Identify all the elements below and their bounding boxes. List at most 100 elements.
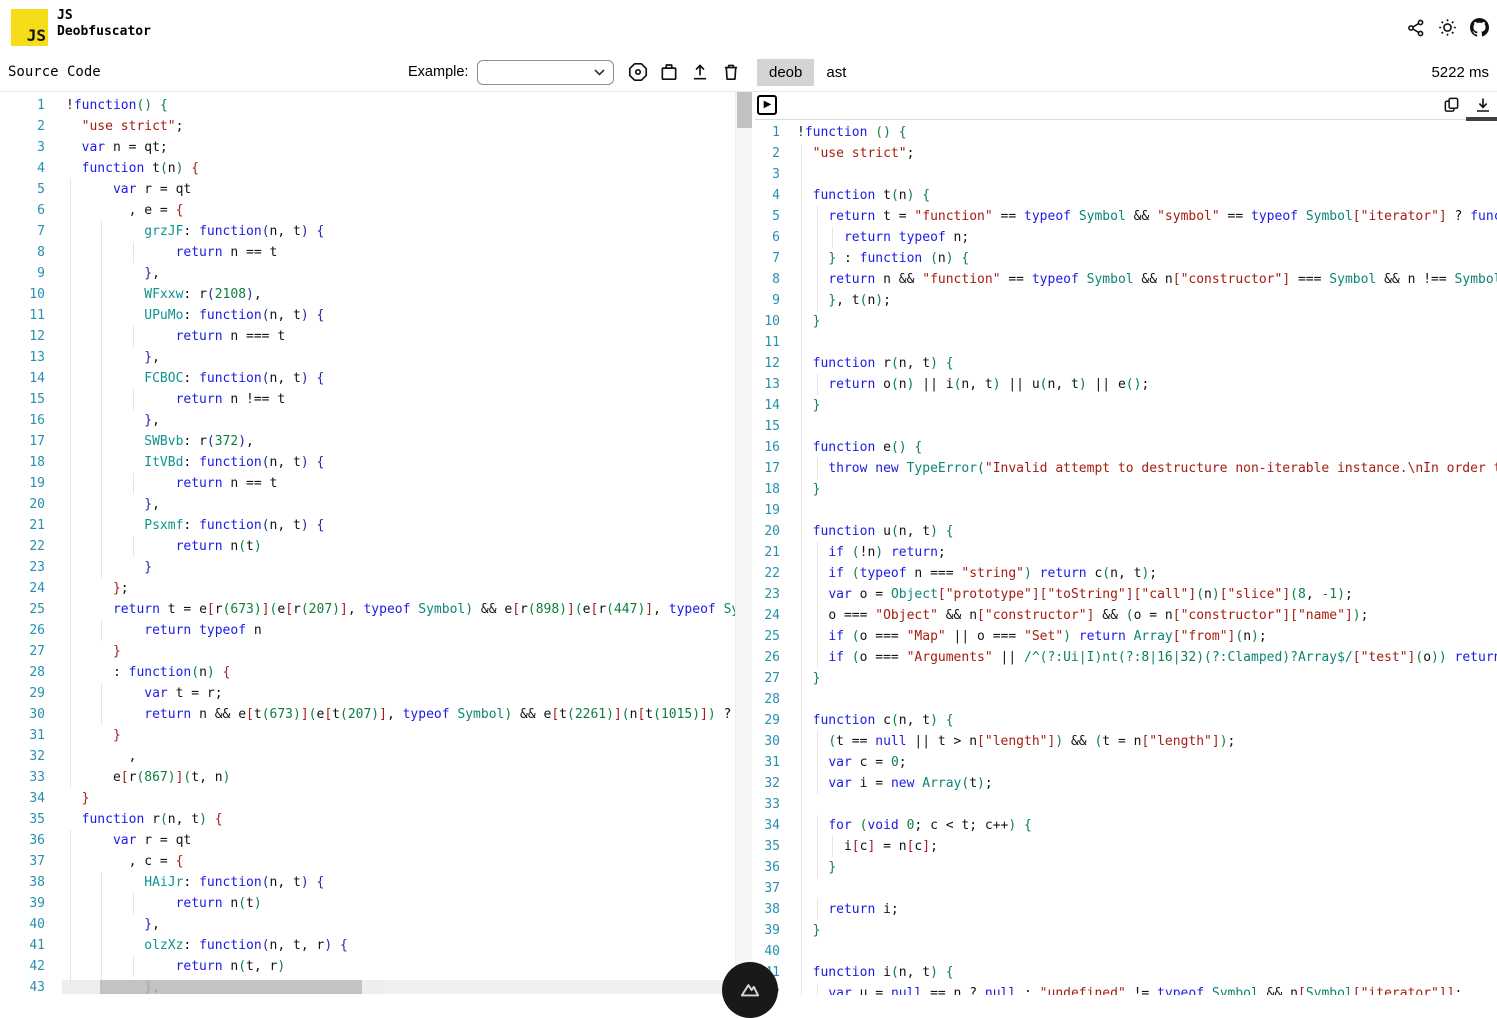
code-line[interactable]: function u(n, t) { bbox=[797, 521, 1497, 542]
code-line[interactable]: var o = Object["prototype"]["toString"][… bbox=[797, 584, 1497, 605]
code-line[interactable]: return n === t bbox=[66, 326, 735, 347]
paste-icon[interactable] bbox=[658, 61, 680, 83]
output-hscroll-thumb[interactable] bbox=[1466, 117, 1497, 121]
code-line[interactable] bbox=[797, 500, 1497, 521]
code-line[interactable]: i[c] = n[c]; bbox=[797, 836, 1497, 857]
output-editor[interactable]: 1234567891011121314151617181920212223242… bbox=[755, 122, 1497, 995]
code-line[interactable]: , c = { bbox=[66, 851, 735, 872]
code-line[interactable]: return n(t, r) bbox=[66, 956, 735, 977]
code-line[interactable]: }, bbox=[66, 263, 735, 284]
code-line[interactable]: function i(n, t) { bbox=[797, 962, 1497, 983]
example-select[interactable] bbox=[477, 60, 614, 85]
theme-toggle-icon[interactable] bbox=[1438, 18, 1457, 37]
output-code-area[interactable]: !function () { "use strict"; function t(… bbox=[797, 122, 1497, 995]
code-line[interactable] bbox=[797, 416, 1497, 437]
code-line[interactable]: return n == t bbox=[66, 473, 735, 494]
code-line[interactable]: }, bbox=[66, 494, 735, 515]
code-line[interactable]: FCBOC: function(n, t) { bbox=[66, 368, 735, 389]
code-line[interactable]: return n && "function" == typeof Symbol … bbox=[797, 269, 1497, 290]
source-hscroll-thumb[interactable] bbox=[100, 980, 362, 994]
source-hscrollbar[interactable] bbox=[62, 980, 735, 994]
code-line[interactable]: ItVBd: function(n, t) { bbox=[66, 452, 735, 473]
code-line[interactable]: function r(n, t) { bbox=[66, 809, 735, 830]
code-line[interactable]: WFxxw: r(2108), bbox=[66, 284, 735, 305]
source-vscroll-thumb[interactable] bbox=[737, 92, 752, 128]
code-line[interactable]: , e = { bbox=[66, 200, 735, 221]
code-line[interactable]: } bbox=[66, 557, 735, 578]
code-line[interactable]: if (!n) return; bbox=[797, 542, 1497, 563]
extension-badge[interactable] bbox=[722, 962, 778, 1018]
code-line[interactable]: return n && e[t(673)](e[t(207)], typeof … bbox=[66, 704, 735, 725]
code-line[interactable] bbox=[797, 332, 1497, 353]
code-line[interactable]: return o(n) || i(n, t) || u(n, t) || e()… bbox=[797, 374, 1497, 395]
code-line[interactable]: var u = null == n ? null : "undefined" !… bbox=[797, 983, 1497, 995]
share-icon[interactable] bbox=[1406, 18, 1425, 37]
code-line[interactable]: } bbox=[797, 479, 1497, 500]
code-line[interactable]: }, bbox=[66, 914, 735, 935]
github-icon[interactable] bbox=[1470, 18, 1489, 37]
code-line[interactable]: SWBvb: r(372), bbox=[66, 431, 735, 452]
code-line[interactable]: return typeof n bbox=[66, 620, 735, 641]
code-line[interactable]: e[r(867)](t, n) bbox=[66, 767, 735, 788]
code-line[interactable]: UPuMo: function(n, t) { bbox=[66, 305, 735, 326]
code-line[interactable]: }, bbox=[66, 410, 735, 431]
code-line[interactable]: return t = e[r(673)](e[r(207)], typeof S… bbox=[66, 599, 735, 620]
code-line[interactable]: function e() { bbox=[797, 437, 1497, 458]
code-line[interactable] bbox=[797, 794, 1497, 815]
code-line[interactable] bbox=[797, 941, 1497, 962]
code-line[interactable]: throw new TypeError("Invalid attempt to … bbox=[797, 458, 1497, 479]
code-line[interactable]: HAiJr: function(n, t) { bbox=[66, 872, 735, 893]
code-line[interactable]: return t = "function" == typeof Symbol &… bbox=[797, 206, 1497, 227]
code-line[interactable]: } bbox=[797, 857, 1497, 878]
code-line[interactable]: var n = qt; bbox=[66, 137, 735, 158]
code-line[interactable]: } : function (n) { bbox=[797, 248, 1497, 269]
code-line[interactable]: !function () { bbox=[797, 122, 1497, 143]
upload-icon[interactable] bbox=[689, 61, 711, 83]
code-line[interactable]: function c(n, t) { bbox=[797, 710, 1497, 731]
code-line[interactable]: return n(t) bbox=[66, 536, 735, 557]
code-line[interactable]: var r = qt bbox=[66, 179, 735, 200]
code-line[interactable]: "use strict"; bbox=[66, 116, 735, 137]
settings-icon[interactable] bbox=[627, 61, 649, 83]
run-button[interactable]: ▶ bbox=[757, 95, 777, 115]
source-editor[interactable]: 1234567891011121314151617181920212223242… bbox=[0, 92, 735, 995]
code-line[interactable]: o === "Object" && n["constructor"] && (o… bbox=[797, 605, 1497, 626]
code-line[interactable]: olzXz: function(n, t, r) { bbox=[66, 935, 735, 956]
code-line[interactable]: } bbox=[797, 395, 1497, 416]
code-line[interactable]: function t(n) { bbox=[66, 158, 735, 179]
code-line[interactable]: } bbox=[797, 668, 1497, 689]
code-line[interactable]: : function(n) { bbox=[66, 662, 735, 683]
trash-icon[interactable] bbox=[720, 61, 742, 83]
tab-ast[interactable]: ast bbox=[814, 59, 858, 86]
download-icon[interactable] bbox=[1473, 95, 1492, 114]
code-line[interactable]: (t == null || t > n["length"]) && (t = n… bbox=[797, 731, 1497, 752]
code-line[interactable]: } bbox=[797, 920, 1497, 941]
code-line[interactable]: return n !== t bbox=[66, 389, 735, 410]
code-line[interactable] bbox=[797, 164, 1497, 185]
code-line[interactable]: }; bbox=[66, 578, 735, 599]
code-line[interactable]: return n(t) bbox=[66, 893, 735, 914]
code-line[interactable] bbox=[797, 878, 1497, 899]
copy-icon[interactable] bbox=[1442, 95, 1461, 114]
code-line[interactable]: var t = r; bbox=[66, 683, 735, 704]
code-line[interactable]: }, t(n); bbox=[797, 290, 1497, 311]
code-line[interactable]: for (void 0; c < t; c++) { bbox=[797, 815, 1497, 836]
code-line[interactable]: var c = 0; bbox=[797, 752, 1497, 773]
code-line[interactable]: }, bbox=[66, 347, 735, 368]
code-line[interactable]: function r(n, t) { bbox=[797, 353, 1497, 374]
code-line[interactable]: if (o === "Map" || o === "Set") return A… bbox=[797, 626, 1497, 647]
code-line[interactable]: } bbox=[66, 725, 735, 746]
code-line[interactable]: , bbox=[66, 746, 735, 767]
code-line[interactable]: if (typeof n === "string") return c(n, t… bbox=[797, 563, 1497, 584]
code-line[interactable]: if (o === "Arguments" || /^(?:Ui|I)nt(?:… bbox=[797, 647, 1497, 668]
code-line[interactable]: return n == t bbox=[66, 242, 735, 263]
source-code-area[interactable]: !function() { "use strict"; var n = qt; … bbox=[66, 92, 735, 995]
code-line[interactable]: !function() { bbox=[66, 95, 735, 116]
source-vscrollbar[interactable] bbox=[735, 92, 752, 995]
code-line[interactable]: var r = qt bbox=[66, 830, 735, 851]
code-line[interactable]: } bbox=[797, 311, 1497, 332]
code-line[interactable]: return i; bbox=[797, 899, 1497, 920]
code-line[interactable]: function t(n) { bbox=[797, 185, 1497, 206]
code-line[interactable]: var i = new Array(t); bbox=[797, 773, 1497, 794]
code-line[interactable]: "use strict"; bbox=[797, 143, 1497, 164]
